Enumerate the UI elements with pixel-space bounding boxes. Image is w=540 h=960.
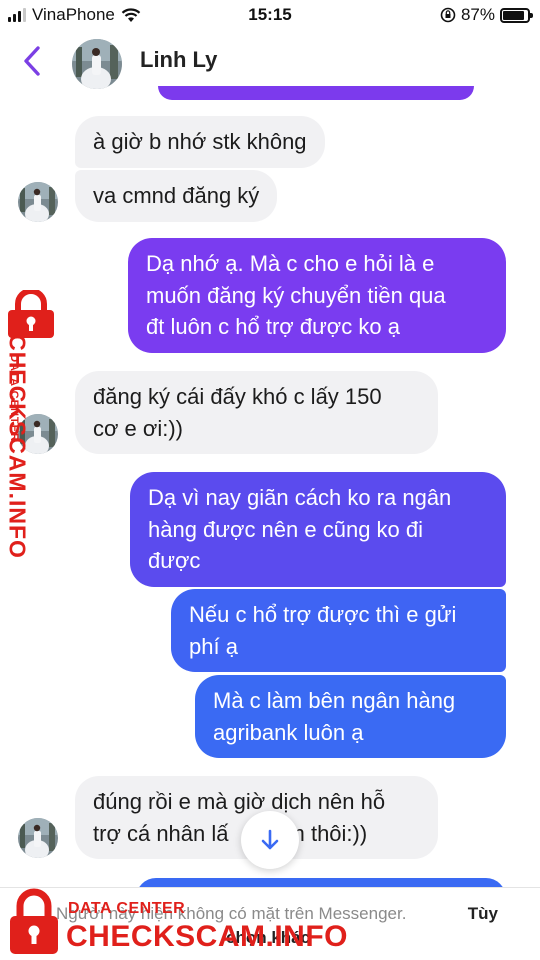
message-line: phí ạ: [189, 633, 238, 659]
contact-avatar[interactable]: [72, 39, 122, 89]
outgoing-message[interactable]: Dạ vì nay giãn cách ko ra ngân hàng được…: [130, 472, 506, 587]
status-right: 87%: [440, 5, 533, 25]
incoming-message[interactable]: va cmnd đăng ký: [75, 170, 278, 222]
battery-level: [503, 10, 524, 20]
outgoing-message[interactable]: Dạ nhớ ạ. Mà c cho e hỏi là e muốn đăng …: [128, 238, 506, 353]
message-line: đt luôn c hổ trợ được ko ạ: [146, 314, 400, 339]
contact-name[interactable]: Linh Ly: [140, 47, 217, 73]
message-line: muốn đăng ký chuyển tiền qua: [146, 282, 446, 308]
scroll-to-bottom-button[interactable]: [241, 811, 299, 869]
message-text: va cmnd đăng ký: [93, 183, 260, 208]
message-line: cơ e ơi:)): [93, 415, 183, 441]
watermark-brand: CHECKSCAM.INFO: [66, 920, 348, 953]
message-line: agribank luôn ạ: [213, 719, 364, 745]
chevron-left-icon[interactable]: [18, 44, 46, 78]
previous-message-edge: [158, 86, 474, 100]
padlock-logo: [10, 888, 58, 954]
message-line: đăng ký cái đấy khó c lấy 150: [93, 384, 382, 409]
message-line: hàng được nên e cũng ko đi: [148, 516, 424, 542]
incoming-message[interactable]: à giờ b nhớ stk không: [75, 116, 325, 168]
message-fragment: trợ cá nhân lấ: [93, 820, 229, 846]
sender-avatar[interactable]: [18, 182, 58, 222]
watermark-data-center: DATA CENTER: [68, 900, 186, 917]
outgoing-message[interactable]: Nếu c hổ trợ được thì e gửi phí ạ: [171, 589, 506, 672]
message-line: Nếu c hổ trợ được thì e gửi: [189, 602, 457, 627]
more-options-link[interactable]: Tùy: [468, 904, 498, 924]
battery-percent: 87%: [460, 5, 495, 24]
message-line: Dạ nhớ ạ. Mà c cho e hỏi là e: [146, 251, 435, 276]
status-bar: VinaPhone 15:15 87%: [0, 0, 540, 30]
message-line: đúng rồi e mà giờ dịch nên hỗ: [93, 789, 386, 814]
message-text: à giờ b nhớ stk không: [93, 129, 307, 154]
sender-avatar[interactable]: [18, 818, 58, 858]
arrow-down-icon: [261, 829, 279, 850]
chat-header: Linh Ly: [0, 30, 540, 92]
message-line: Dạ vì nay giãn cách ko ra ngân: [148, 485, 452, 510]
battery-icon: [500, 7, 533, 23]
message-line: được: [148, 548, 201, 573]
outgoing-message[interactable]: Mà c làm bên ngân hàng agribank luôn ạ: [195, 675, 506, 758]
incoming-message[interactable]: đăng ký cái đấy khó c lấy 150 cơ e ơi:)): [75, 371, 438, 454]
watermark-data-center: DATA CENTER: [7, 354, 20, 442]
message-line: Mà c làm bên ngân hàng: [213, 688, 456, 713]
orientation-lock-icon: [440, 7, 456, 23]
